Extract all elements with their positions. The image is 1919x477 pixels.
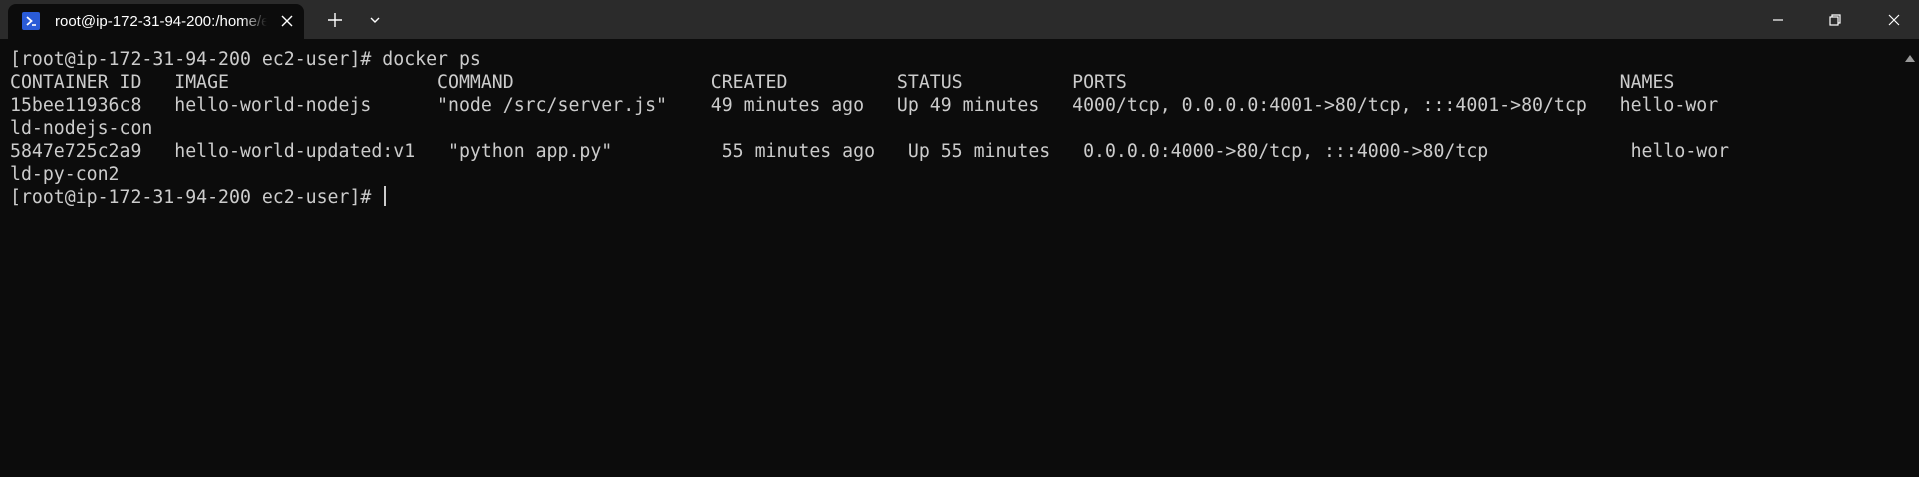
table-header-line: CONTAINER ID IMAGE COMMAND CREATED STATU… [10, 72, 1675, 93]
chevron-down-icon[interactable] [364, 9, 386, 31]
command-line: [root@ip-172-31-94-200 ec2-user]# docker… [10, 49, 481, 70]
title-bar[interactable]: root@ip-172-31-94-200:/home/ec2-user [0, 0, 1919, 39]
output-line: 5847e725c2a9 hello-world-updated:v1 "pyt… [10, 141, 1730, 162]
restore-icon [1829, 14, 1841, 26]
restore-button[interactable] [1812, 0, 1858, 39]
scrollbar[interactable] [1900, 39, 1919, 477]
output-line: ld-nodejs-con [10, 118, 153, 139]
terminal-tab[interactable]: root@ip-172-31-94-200:/home/ec2-user [8, 4, 304, 39]
terminal-window: root@ip-172-31-94-200:/home/ec2-user [0, 0, 1919, 477]
minimize-icon [1773, 19, 1783, 21]
minimize-button[interactable] [1755, 0, 1801, 39]
scroll-up-arrow-icon[interactable] [1905, 47, 1915, 62]
new-tab-plus-icon[interactable] [324, 9, 346, 31]
terminal-output[interactable]: [root@ip-172-31-94-200 ec2-user]# docker… [0, 39, 1900, 477]
prompt-text: [root@ip-172-31-94-200 ec2-user]# [10, 187, 383, 208]
close-window-button[interactable] [1871, 0, 1917, 39]
tab-close-icon[interactable] [279, 13, 295, 29]
output-line: 15bee11936c8 hello-world-nodejs "node /s… [10, 95, 1719, 116]
text-cursor [384, 186, 387, 206]
close-icon [1888, 14, 1900, 26]
tab-title: root@ip-172-31-94-200:/home/ec2-user [55, 13, 267, 30]
powershell-icon [22, 12, 40, 30]
prompt-line[interactable]: [root@ip-172-31-94-200 ec2-user]# [10, 186, 387, 209]
output-line: ld-py-con2 [10, 164, 120, 185]
